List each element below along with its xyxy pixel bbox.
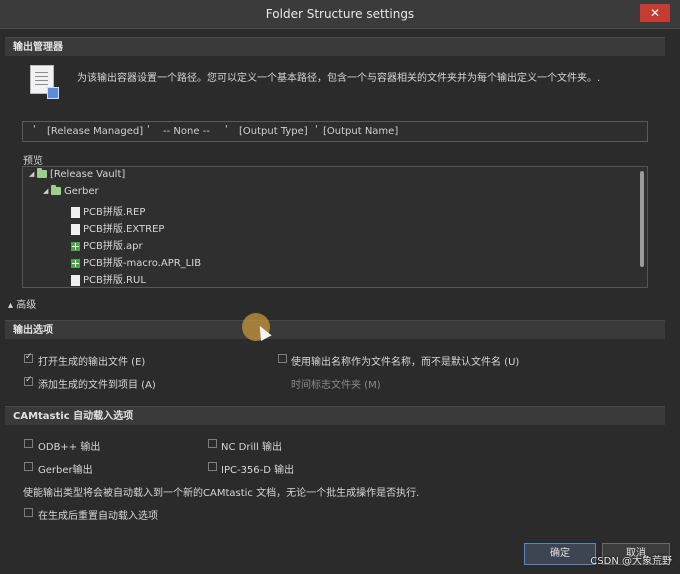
nc-drill-output-label: NC Drill 输出: [221, 442, 282, 453]
odb-output-checkbox[interactable]: [24, 439, 33, 448]
open-output-checkbox[interactable]: [24, 352, 33, 363]
advanced-toggle[interactable]: ▴ 高级: [8, 296, 36, 311]
add-to-project-checkbox[interactable]: [24, 375, 33, 386]
ipc-output-label: IPC-356-D 输出: [221, 465, 295, 476]
preview-tree[interactable]: ◢ [Release Vault] ◢ Gerber PCB拼版.REP PCB拼版…: [22, 166, 648, 288]
open-output-label: 打开生成的输出文件 (E): [38, 357, 146, 368]
add-to-project-label: 添加生成的文件到项目 (A): [38, 380, 156, 391]
reset-autoload-label: 在生成后重置自动载入选项: [38, 511, 158, 522]
ok-button[interactable]: 确定: [524, 543, 596, 565]
camtastic-header: CAMtastic 自动载入选项: [5, 406, 665, 425]
tree-item-release-vault[interactable]: ◢ [Release Vault]: [29, 168, 125, 185]
tree-item-file[interactable]: PCB拼版.RUL: [71, 271, 146, 287]
tree-item-file[interactable]: PCB拼版.apr: [71, 237, 143, 253]
reset-autoload-checkbox[interactable]: [24, 508, 33, 517]
expand-triangle-icon[interactable]: ◢: [29, 170, 37, 178]
path-segment-output-name[interactable]: [Output Name]: [323, 126, 398, 137]
path-segment-container[interactable]: -- None --: [163, 126, 210, 137]
apr-file-icon: [71, 241, 80, 251]
camtastic-note: 使能输出类型将会被自动载入到一个新的CAMtastic 文档，无论一个批生成操作…: [23, 488, 420, 499]
tree-scrollbar[interactable]: [640, 171, 644, 267]
output-manager-header: 输出管理器: [5, 37, 665, 56]
output-manager-description: 为该输出容器设置一个路径。您可以定义一个基本路径，包含一个与容器相关的文件夹并为…: [77, 73, 601, 84]
apr-file-icon: [71, 258, 80, 268]
path-definition: ' [Release Managed] ' -- None -- ' [Outp…: [22, 121, 648, 142]
tree-item-gerber[interactable]: ◢ Gerber: [43, 185, 99, 202]
folder-icon: [37, 168, 47, 178]
path-segment-output-type[interactable]: [Output Type]: [239, 126, 308, 137]
file-icon: [71, 274, 80, 286]
window-title: Folder Structure settings: [265, 7, 415, 21]
title-bar: Folder Structure settings ✕: [0, 0, 680, 29]
file-icon: [71, 206, 80, 218]
path-separator: ': [225, 124, 228, 135]
timestamp-folder-label: 时间标志文件夹 (M): [291, 380, 381, 391]
use-output-name-checkbox[interactable]: [278, 354, 287, 363]
odb-output-label: ODB++ 输出: [38, 442, 101, 453]
folder-icon: [51, 185, 61, 195]
gerber-output-checkbox[interactable]: [24, 462, 33, 471]
tree-item-file[interactable]: PCB拼版.EXTREP: [71, 220, 164, 236]
path-separator: ': [147, 124, 150, 135]
file-icon: [71, 223, 80, 235]
ipc-output-checkbox[interactable]: [208, 462, 217, 471]
close-button[interactable]: ✕: [640, 4, 670, 22]
tree-item-file[interactable]: PCB拼版.REP: [71, 203, 145, 219]
nc-drill-output-checkbox[interactable]: [208, 439, 217, 448]
path-separator: ': [33, 124, 36, 135]
tree-item-file[interactable]: PCB拼版-macro.APR_LIB: [71, 254, 201, 270]
gerber-output-label: Gerber输出: [38, 465, 93, 476]
document-icon: [30, 65, 59, 99]
expand-triangle-icon[interactable]: ◢: [43, 187, 51, 195]
output-options-header: 输出选项: [5, 320, 665, 339]
preview-label: 预览: [23, 156, 43, 167]
path-separator: ': [315, 124, 318, 135]
use-output-name-label: 使用输出名称作为文件名称，而不是默认文件名 (U): [291, 357, 520, 368]
path-segment-base[interactable]: [Release Managed]: [47, 126, 143, 137]
watermark: CSDN @大象荒野: [590, 556, 672, 567]
